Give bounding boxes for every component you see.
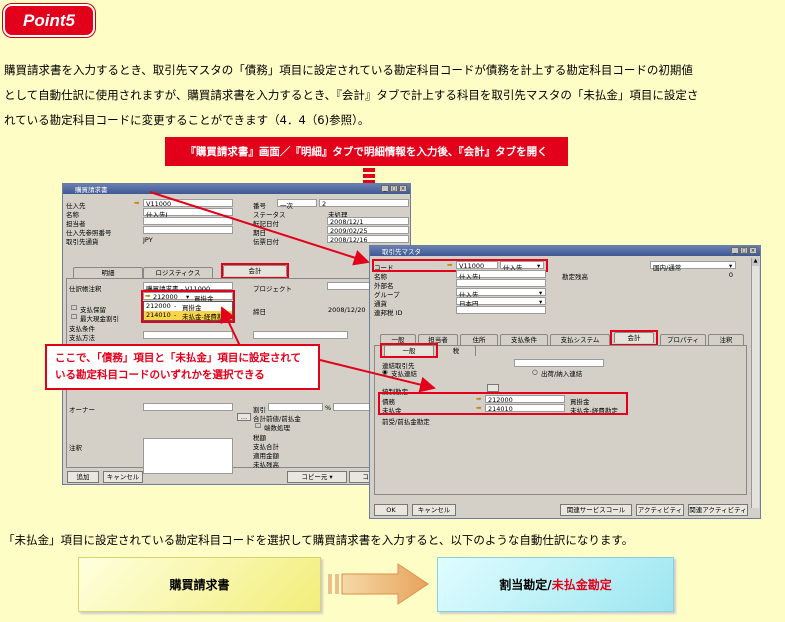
callout-note: ここで、「債務」項目と「未払金」項目に設定されて いる勘定科目コードのいずれかを… <box>45 344 320 390</box>
flow-right-prefix: 割当勘定/ <box>499 578 552 592</box>
arrow-callout-to-accounts <box>319 359 436 393</box>
flow-box-journal: 割当勘定/未払金勘定 <box>437 557 674 612</box>
flow-box-invoice: 購買請求書 <box>78 557 321 612</box>
callout-line: いる勘定科目コードのいずれかを選択できる <box>55 369 265 381</box>
connector-arrows <box>149 191 436 393</box>
arrow-vendor-to-code <box>149 191 370 266</box>
right-arrow-icon <box>328 563 429 605</box>
flow-right-highlight: 未払金勘定 <box>551 578 612 592</box>
arrow-callout-to-dropdown <box>220 306 241 347</box>
bottom-description: 「未払金」項目に設定されている勘定科目コードを選択して購買請求書を入力すると、以… <box>3 533 634 547</box>
callout-line: ここで、「債務」項目と「未払金」項目に設定されて <box>55 352 302 364</box>
flow-left-label: 購買請求書 <box>169 578 230 592</box>
